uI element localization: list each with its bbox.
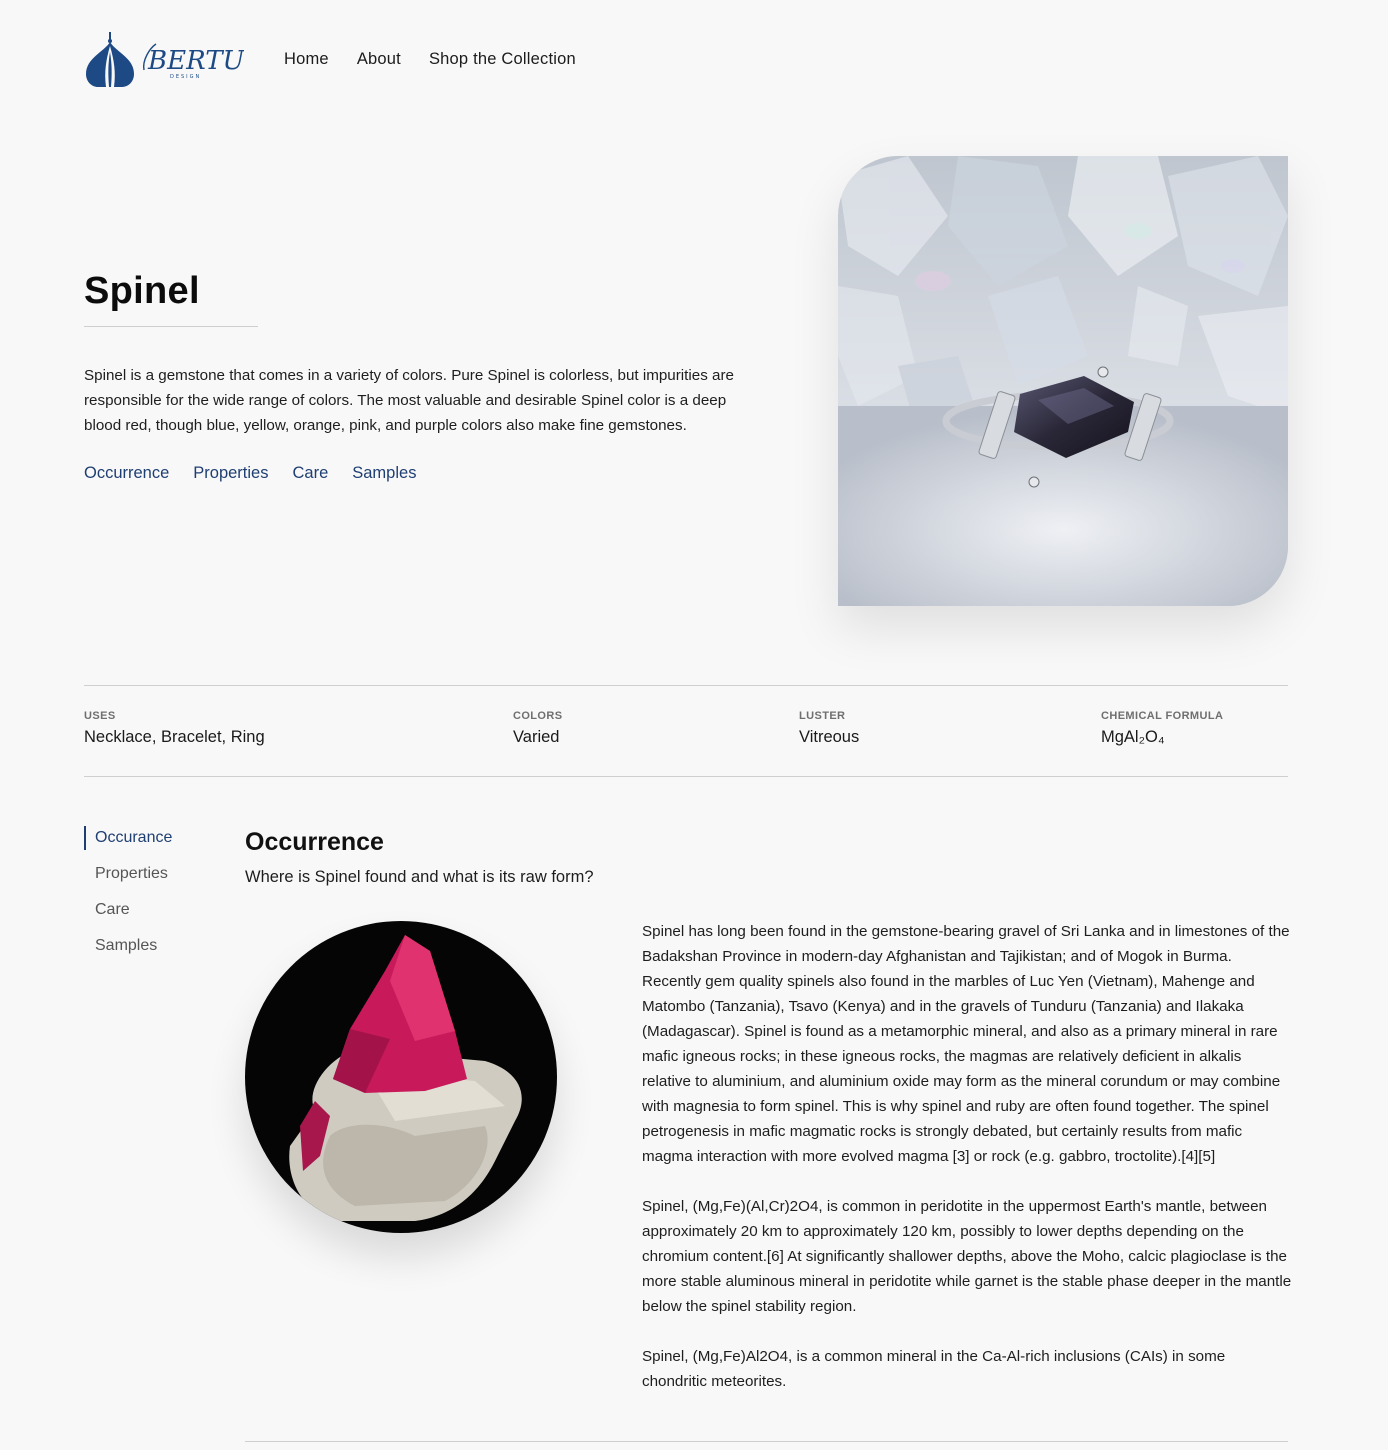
page-title: Spinel <box>84 270 200 312</box>
spec-luster: LUSTER Vitreous <box>799 710 860 746</box>
section-title: Occurrence <box>245 828 384 856</box>
raw-spinel-crystal-image <box>245 921 557 1233</box>
section-subtitle: Where is Spinel found and what is its ra… <box>245 868 594 886</box>
title-divider <box>84 326 258 327</box>
side-nav-properties[interactable]: Properties <box>84 862 172 886</box>
gem-specs-bar: USES Necklace, Bracelet, Ring COLORS Var… <box>84 685 1288 777</box>
hero-description: Spinel is a gemstone that comes in a var… <box>84 367 734 434</box>
svg-text:DESIGN: DESIGN <box>170 74 201 80</box>
body-paragraph: Spinel, (Mg,Fe)Al2O4, is a common minera… <box>642 1348 1226 1390</box>
hero-section-links: Occurrence Properties Care Samples <box>84 464 416 483</box>
brand-logo[interactable]: BERTUS DESIGN <box>84 30 262 92</box>
svg-text:BERTUS: BERTUS <box>147 46 244 76</box>
main-nav: Home About Shop the Collection <box>284 50 576 69</box>
nav-home[interactable]: Home <box>284 50 329 69</box>
section-side-nav: Occurance Properties Care Samples <box>84 826 172 970</box>
hero-link-samples[interactable]: Samples <box>352 464 416 483</box>
body-paragraph: Spinel has long been found in the gemsto… <box>642 923 1290 1165</box>
hero-link-properties[interactable]: Properties <box>193 464 268 483</box>
section-body: Spinel has long been found in the gemsto… <box>642 919 1292 1419</box>
side-nav-care[interactable]: Care <box>84 898 172 922</box>
spec-uses: USES Necklace, Bracelet, Ring <box>84 710 265 746</box>
body-paragraph: Spinel, (Mg,Fe)(Al,Cr)2O4, is common in … <box>642 1198 1292 1315</box>
nav-shop-collection[interactable]: Shop the Collection <box>429 50 576 69</box>
nav-about[interactable]: About <box>357 50 401 69</box>
side-nav-samples[interactable]: Samples <box>84 934 172 958</box>
spec-chemical-formula: CHEMICAL FORMULA MgAl₂O₄ <box>1101 710 1224 746</box>
side-nav-occurance[interactable]: Occurance <box>84 826 172 850</box>
hero-link-care[interactable]: Care <box>292 464 328 483</box>
hero-ring-image <box>838 156 1288 606</box>
onion-dome-logo-icon: BERTUS DESIGN <box>86 32 262 87</box>
section-divider <box>245 1441 1288 1442</box>
spec-colors: COLORS Varied <box>513 710 563 746</box>
hero-link-occurrence[interactable]: Occurrence <box>84 464 169 483</box>
